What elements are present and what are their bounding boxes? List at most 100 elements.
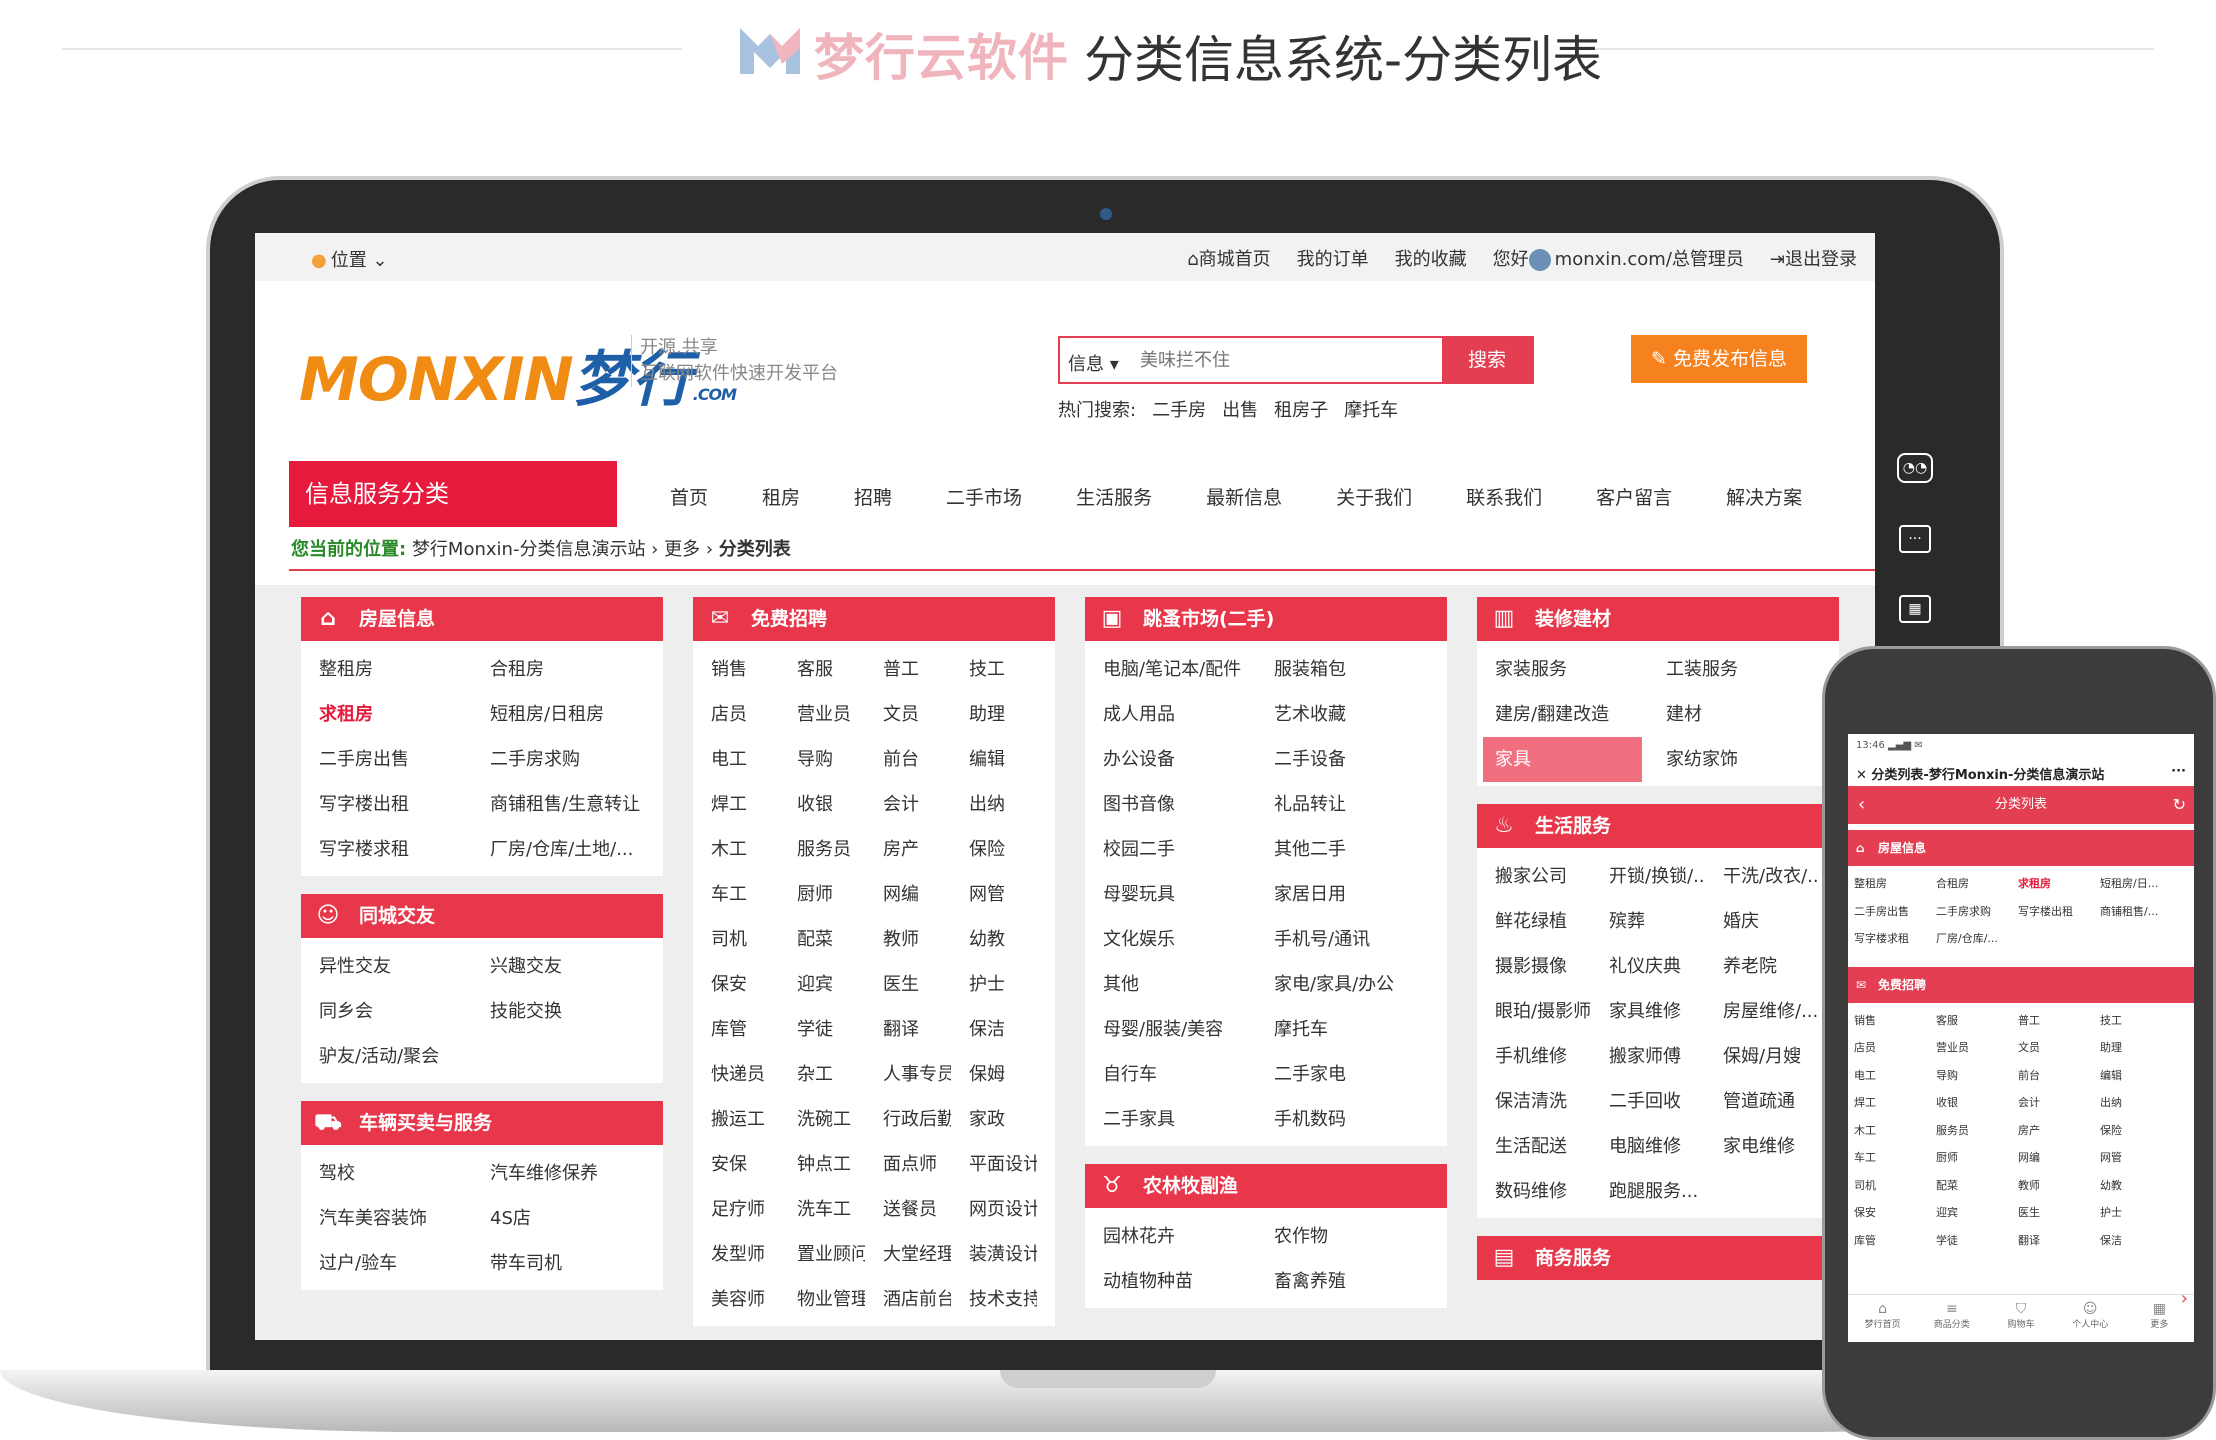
category-link[interactable]: 厂房/仓库/土地/... bbox=[472, 827, 643, 872]
category-link[interactable]: 建房/翻建改造 bbox=[1477, 692, 1648, 737]
category-link[interactable]: 保姆 bbox=[951, 1052, 1037, 1097]
category-link[interactable]: 建材 bbox=[1648, 692, 1819, 737]
category-link[interactable]: 安保 bbox=[693, 1142, 779, 1187]
category-link[interactable]: 洗碗工 bbox=[779, 1097, 865, 1142]
category-link[interactable]: 家电维修 bbox=[1705, 1124, 1819, 1169]
category-header[interactable]: ⛟ 车辆买卖与服务 bbox=[301, 1101, 663, 1145]
category-link[interactable]: 房产 bbox=[2016, 1117, 2098, 1145]
nav-feedback[interactable]: 客户留言 bbox=[1596, 483, 1672, 510]
category-link[interactable]: 车工 bbox=[693, 872, 779, 917]
category-header[interactable]: ▣ 跳蚤市场(二手) bbox=[1085, 597, 1447, 641]
category-link[interactable]: 合租房 bbox=[472, 647, 643, 692]
category-link[interactable]: 医生 bbox=[2016, 1199, 2098, 1227]
category-link[interactable]: 保险 bbox=[951, 827, 1037, 872]
category-link[interactable]: 司机 bbox=[693, 917, 779, 962]
tab-profile[interactable]: ☺ 个人中心 bbox=[2056, 1295, 2125, 1342]
breadcrumb-more[interactable]: 更多 bbox=[664, 539, 700, 560]
category-link[interactable]: 美容师 bbox=[693, 1277, 779, 1322]
category-link[interactable]: 幼教 bbox=[951, 917, 1037, 962]
category-link[interactable]: 会计 bbox=[865, 782, 951, 827]
category-link[interactable]: 幼教 bbox=[2098, 1172, 2180, 1200]
category-link[interactable]: 殡葬 bbox=[1591, 899, 1705, 944]
nav-solutions[interactable]: 解决方案 bbox=[1726, 483, 1802, 510]
wechat-icon[interactable]: ◔◔ bbox=[1897, 453, 1933, 483]
category-menu-button[interactable]: 信息服务分类 bbox=[289, 461, 617, 527]
category-link[interactable]: 技工 bbox=[2098, 1007, 2180, 1035]
category-link[interactable]: 生活配送 bbox=[1477, 1124, 1591, 1169]
category-link[interactable]: 服务员 bbox=[1934, 1117, 2016, 1145]
nav-jobs[interactable]: 招聘 bbox=[854, 483, 892, 510]
grid-icon[interactable]: ▦ bbox=[1899, 595, 1931, 623]
category-link[interactable]: 教师 bbox=[2016, 1172, 2098, 1200]
category-link[interactable]: 收银 bbox=[1934, 1089, 2016, 1117]
category-link[interactable]: 手机维修 bbox=[1477, 1034, 1591, 1079]
category-link[interactable]: 家具维修 bbox=[1591, 989, 1705, 1034]
category-link[interactable]: 异性交友 bbox=[301, 944, 472, 989]
category-link[interactable]: 搬运工 bbox=[693, 1097, 779, 1142]
category-link[interactable]: 其他 bbox=[1085, 962, 1256, 1007]
category-link[interactable]: 平面设计 bbox=[951, 1142, 1037, 1187]
category-link[interactable]: 鲜花绿植 bbox=[1477, 899, 1591, 944]
category-link[interactable]: 钟点工 bbox=[779, 1142, 865, 1187]
category-link[interactable]: 翻译 bbox=[2016, 1227, 2098, 1255]
category-link[interactable]: 养老院 bbox=[1705, 944, 1819, 989]
category-link[interactable]: 导购 bbox=[779, 737, 865, 782]
category-link[interactable]: 装潢设计 bbox=[951, 1232, 1037, 1277]
category-link[interactable]: 配菜 bbox=[1934, 1172, 2016, 1200]
category-link[interactable]: 收银 bbox=[779, 782, 865, 827]
category-header[interactable]: ⌂ 房屋信息 bbox=[301, 597, 663, 641]
category-link[interactable]: 前台 bbox=[865, 737, 951, 782]
category-link[interactable]: 整租房 bbox=[1852, 870, 1934, 898]
category-link[interactable]: 兴趣交友 bbox=[472, 944, 643, 989]
nav-rent[interactable]: 租房 bbox=[762, 483, 800, 510]
category-link[interactable]: 助理 bbox=[951, 692, 1037, 737]
category-link[interactable]: 技工 bbox=[951, 647, 1037, 692]
nav-about[interactable]: 关于我们 bbox=[1336, 483, 1412, 510]
tab-categories[interactable]: ≡ 商品分类 bbox=[1917, 1295, 1986, 1342]
category-link[interactable]: 开锁/换锁/... bbox=[1591, 854, 1705, 899]
my-orders-link[interactable]: 我的订单 bbox=[1297, 245, 1369, 271]
category-link[interactable]: 教师 bbox=[865, 917, 951, 962]
category-link[interactable]: 服装箱包 bbox=[1256, 647, 1427, 692]
category-link[interactable]: 4S店 bbox=[472, 1196, 643, 1241]
category-link[interactable]: 网编 bbox=[865, 872, 951, 917]
nav-latest[interactable]: 最新信息 bbox=[1206, 483, 1282, 510]
category-link[interactable]: 眼珀/摄影师 bbox=[1477, 989, 1591, 1034]
category-header[interactable]: ♨ 生活服务 bbox=[1477, 804, 1839, 848]
category-link[interactable]: 数码维修 bbox=[1477, 1169, 1591, 1214]
category-link[interactable]: 写字楼出租 bbox=[2016, 898, 2098, 926]
category-link[interactable]: 焊工 bbox=[693, 782, 779, 827]
category-link[interactable]: 图书音像 bbox=[1085, 782, 1256, 827]
category-link[interactable]: 家纺家饰 bbox=[1648, 737, 1819, 782]
category-link[interactable]: 自行车 bbox=[1085, 1052, 1256, 1097]
category-link[interactable]: 面点师 bbox=[865, 1142, 951, 1187]
my-favorites-link[interactable]: 我的收藏 bbox=[1395, 245, 1467, 271]
category-link[interactable]: 保险 bbox=[2098, 1117, 2180, 1145]
nav-contact[interactable]: 联系我们 bbox=[1466, 483, 1542, 510]
category-header[interactable]: ▥ 装修建材 bbox=[1477, 597, 1839, 641]
avatar[interactable] bbox=[1528, 249, 1551, 271]
category-link[interactable]: 木工 bbox=[1852, 1117, 1934, 1145]
category-link[interactable]: 助理 bbox=[2098, 1034, 2180, 1062]
category-link[interactable]: 驴友/活动/聚会 bbox=[301, 1034, 472, 1079]
category-link[interactable]: 短租房/日租房 bbox=[472, 692, 643, 737]
category-link[interactable]: 网编 bbox=[2016, 1144, 2098, 1172]
category-link[interactable]: 洗车工 bbox=[779, 1187, 865, 1232]
category-link[interactable]: 房屋维修/... bbox=[1705, 989, 1819, 1034]
publish-button[interactable]: ✎ 免费发布信息 bbox=[1631, 335, 1807, 383]
category-link[interactable]: 前台 bbox=[2016, 1062, 2098, 1090]
hot-term[interactable]: 租房子 bbox=[1274, 396, 1328, 422]
category-link[interactable]: 礼品转让 bbox=[1256, 782, 1427, 827]
logout-link[interactable]: ⇥退出登录 bbox=[1770, 245, 1857, 271]
category-link[interactable]: 保洁 bbox=[2098, 1227, 2180, 1255]
category-link[interactable]: 家具 bbox=[1483, 737, 1642, 782]
category-link[interactable]: 校园二手 bbox=[1085, 827, 1256, 872]
category-link[interactable]: 写字楼出租 bbox=[301, 782, 472, 827]
nav-secondhand[interactable]: 二手市场 bbox=[946, 483, 1022, 510]
category-link[interactable]: 网管 bbox=[2098, 1144, 2180, 1172]
category-link[interactable]: 大堂经理 bbox=[865, 1232, 951, 1277]
mall-home-link[interactable]: ⌂商城首页 bbox=[1187, 245, 1270, 271]
category-link[interactable]: 文化娱乐 bbox=[1085, 917, 1256, 962]
category-link[interactable]: 厨师 bbox=[779, 872, 865, 917]
breadcrumb-site[interactable]: 梦行Monxin-分类信息演示站 bbox=[412, 539, 646, 560]
